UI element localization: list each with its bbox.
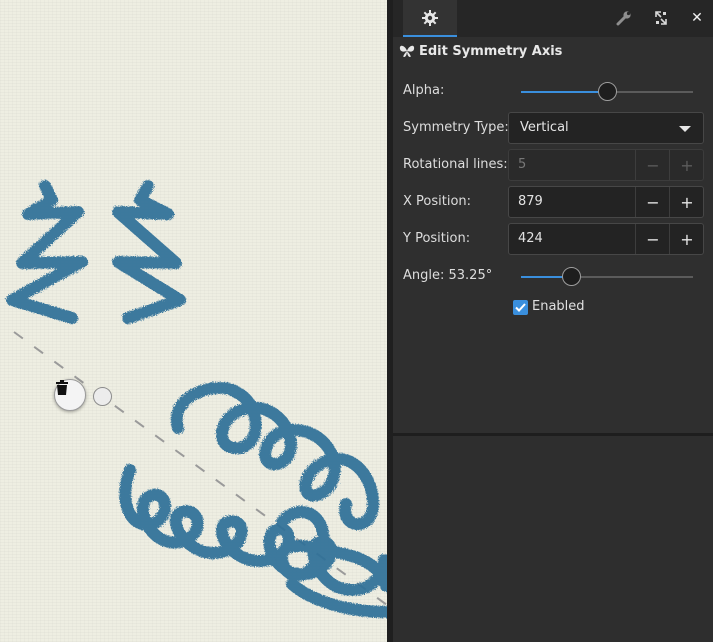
y-position-label: Y Position:	[403, 231, 471, 246]
symmetry-type-label: Symmetry Type:	[403, 120, 509, 135]
canvas-strokes	[6, 180, 387, 618]
drawing-canvas[interactable]	[0, 0, 387, 642]
rotational-lines-plus-button: +	[669, 150, 704, 180]
y-position-value[interactable]: 424	[518, 231, 543, 246]
x-position-label: X Position:	[403, 194, 472, 209]
panel-tab-bar: ✕	[393, 0, 713, 37]
enabled-checkbox[interactable]	[513, 300, 528, 315]
alpha-label: Alpha:	[403, 83, 445, 98]
y-position-stepper[interactable]: 424 − +	[508, 223, 704, 255]
gear-icon	[422, 9, 438, 26]
x-position-value[interactable]: 879	[518, 194, 543, 209]
close-button[interactable]: ✕	[687, 8, 707, 28]
x-position-plus-button[interactable]: +	[669, 187, 704, 217]
butterfly-icon	[399, 45, 415, 57]
rotational-lines-value: 5	[518, 157, 527, 172]
panel-header: Edit Symmetry Axis	[399, 40, 562, 62]
y-position-minus-button[interactable]: −	[635, 224, 670, 254]
wrench-icon	[616, 11, 631, 26]
symmetry-type-value: Vertical	[520, 120, 569, 135]
lower-panel	[393, 436, 713, 642]
swap-button[interactable]	[651, 8, 671, 28]
alpha-slider-knob[interactable]	[598, 82, 617, 101]
rotational-lines-minus-button: −	[635, 150, 670, 180]
angle-label: Angle: 53.25°	[403, 268, 493, 283]
close-icon: ✕	[691, 10, 703, 26]
enabled-label[interactable]: Enabled	[532, 299, 585, 314]
rotational-lines-stepper: 5 − +	[508, 149, 704, 181]
stroke-zigzag-right	[112, 180, 186, 324]
checkmark-icon	[515, 303, 526, 312]
axis-handle[interactable]	[93, 387, 112, 406]
rotational-lines-label: Rotational lines:	[403, 157, 508, 172]
delete-axis-button[interactable]	[54, 379, 86, 411]
alpha-slider[interactable]	[521, 82, 693, 101]
wrench-button[interactable]	[614, 8, 634, 28]
tab-settings[interactable]	[403, 0, 457, 37]
stroke-coil-upper	[170, 382, 380, 531]
trash-icon	[56, 380, 68, 395]
stroke-coil-lower	[119, 464, 387, 596]
swap-arrows-icon	[655, 11, 667, 25]
x-position-minus-button[interactable]: −	[635, 187, 670, 217]
y-position-plus-button[interactable]: +	[669, 224, 704, 254]
side-panel: ✕ Edit Symmetry Axis Alpha: Symmetry Typ…	[393, 0, 713, 642]
alpha-slider-fill	[521, 91, 608, 93]
chevron-down-icon	[679, 126, 691, 132]
angle-slider[interactable]	[521, 267, 693, 286]
x-position-stepper[interactable]: 879 − +	[508, 186, 704, 218]
symmetry-type-select[interactable]: Vertical	[508, 112, 704, 144]
stroke-zigzag-left	[6, 180, 88, 324]
angle-slider-knob[interactable]	[562, 267, 581, 286]
panel-title: Edit Symmetry Axis	[419, 43, 563, 59]
